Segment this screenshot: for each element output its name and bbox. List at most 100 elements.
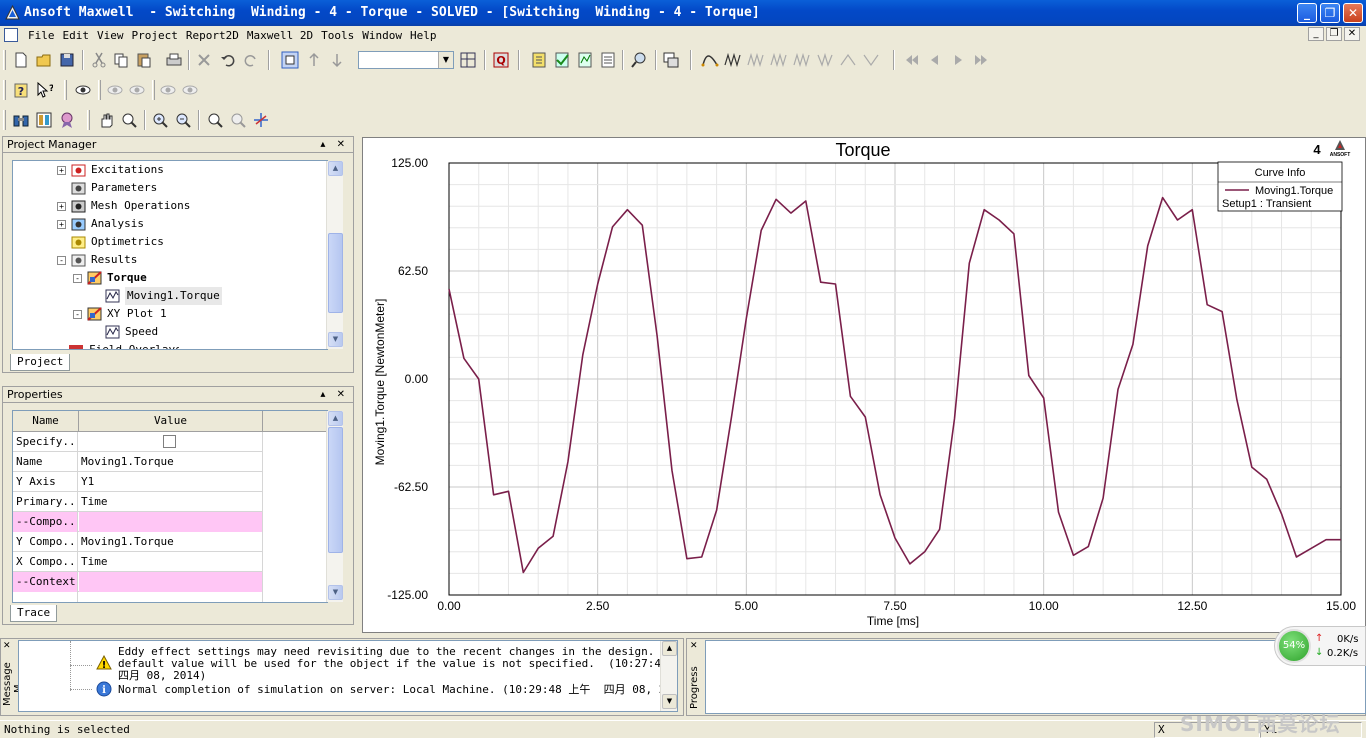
scroll-down-icon[interactable]: ▼	[662, 694, 677, 709]
wave-2-icon[interactable]	[747, 51, 765, 69]
message-list[interactable]: ! i Eddy effect settings may need revisi…	[18, 640, 678, 712]
properties-scrollbar[interactable]: ▲ ▼	[326, 411, 343, 602]
windows-icon[interactable]	[662, 51, 680, 69]
properties-grid[interactable]: Name Value Specify... Name Moving1.Torque Y…	[12, 410, 328, 603]
specify-checkbox[interactable]	[163, 435, 176, 448]
cut-icon[interactable]	[90, 51, 108, 69]
next-frame-icon[interactable]	[949, 51, 967, 69]
toolbar-grip[interactable]	[3, 50, 6, 70]
properties-grid-icon[interactable]	[459, 51, 477, 69]
wave-3-icon[interactable]	[770, 51, 788, 69]
tree-item-torque[interactable]: - Torque	[13, 269, 323, 287]
mdi-minimize-button[interactable]: _	[1308, 27, 1324, 41]
column-header-name[interactable]: Name	[13, 411, 79, 432]
project-manager-header[interactable]: Project Manager ▴ ✕	[2, 136, 354, 153]
award-icon[interactable]	[58, 111, 76, 129]
grid-view-icon[interactable]	[35, 111, 53, 129]
menu-report2d[interactable]: Report2D	[182, 29, 243, 42]
property-row[interactable]: Specify...	[13, 432, 263, 452]
minimize-button[interactable]: _	[1297, 3, 1317, 23]
legend[interactable]: Curve Info Moving1.Torque Setup1 : Trans…	[1217, 161, 1343, 212]
find-icon[interactable]	[630, 51, 648, 69]
valley-icon[interactable]	[862, 51, 880, 69]
zoom-in-icon[interactable]	[151, 111, 169, 129]
analyze-icon[interactable]	[576, 51, 594, 69]
hide-icon[interactable]	[128, 81, 146, 99]
show-all-icon[interactable]	[159, 81, 177, 99]
panel-close-icon[interactable]: ▴ ✕	[320, 387, 349, 403]
binoculars-icon[interactable]	[12, 111, 30, 129]
column-header-value[interactable]: Value	[79, 411, 263, 432]
zoom-info-icon[interactable]	[120, 111, 138, 129]
wave-icon[interactable]	[724, 51, 742, 69]
delete-icon[interactable]	[195, 51, 213, 69]
property-row[interactable]: --Compo...	[13, 512, 263, 532]
scroll-thumb[interactable]	[328, 427, 343, 553]
zoom-window-icon[interactable]	[206, 111, 224, 129]
redo-icon[interactable]	[242, 51, 260, 69]
tree-item-analysis[interactable]: + Analysis	[13, 215, 323, 233]
property-value[interactable]: Time	[79, 552, 263, 572]
scroll-up-icon[interactable]: ▲	[328, 161, 343, 176]
property-value[interactable]: Y1	[79, 472, 263, 492]
expand-icon[interactable]: +	[57, 202, 66, 211]
properties-header[interactable]: Properties ▴ ✕	[2, 386, 354, 403]
tab-project[interactable]: Project	[10, 354, 71, 371]
scroll-down-icon[interactable]: ▼	[328, 332, 343, 347]
panel-close-icon[interactable]: ▴ ✕	[320, 137, 349, 153]
pan-hand-icon[interactable]	[97, 111, 115, 129]
progress-list[interactable]	[705, 640, 1366, 714]
last-frame-icon[interactable]	[972, 51, 990, 69]
help-icon[interactable]: ?	[12, 81, 30, 99]
undo-icon[interactable]	[219, 51, 237, 69]
print-icon[interactable]	[165, 51, 183, 69]
tab-trace[interactable]: Trace	[10, 605, 58, 622]
message-scrollbar[interactable]: ▲ ▼	[660, 641, 677, 711]
tree-item-mesh-operations[interactable]: + Mesh Operations	[13, 197, 323, 215]
eye-icon[interactable]	[74, 81, 92, 99]
property-value[interactable]	[79, 512, 263, 532]
document-icon[interactable]	[4, 28, 18, 42]
results-table-icon[interactable]	[599, 51, 617, 69]
collapse-icon[interactable]: -	[57, 256, 66, 265]
expand-icon[interactable]: +	[57, 220, 66, 229]
property-row[interactable]: Primary... Time	[13, 492, 263, 512]
scroll-thumb[interactable]	[328, 233, 343, 313]
tree-item-parameters[interactable]: Parameters	[13, 179, 323, 197]
quick-report-icon[interactable]: Q	[492, 51, 510, 69]
prev-frame-icon[interactable]	[926, 51, 944, 69]
tree-item-optimetrics[interactable]: Optimetrics	[13, 233, 323, 251]
check-icon[interactable]	[553, 51, 571, 69]
collapse-icon[interactable]: -	[73, 310, 82, 319]
wave-5-icon[interactable]	[816, 51, 834, 69]
wave-4-icon[interactable]	[793, 51, 811, 69]
close-button[interactable]: ✕	[1343, 3, 1363, 23]
plot-window[interactable]: 0.00 2.50 5.00 7.50 10.00 12.50 15.00 125.00 62.…	[362, 137, 1366, 633]
scroll-down-icon[interactable]: ▼	[328, 585, 343, 600]
property-row[interactable]: Name Moving1.Torque	[13, 452, 263, 472]
property-row[interactable]: --Context	[13, 572, 263, 592]
validate-icon[interactable]	[530, 51, 548, 69]
move-up-icon[interactable]	[305, 51, 323, 69]
property-value[interactable]: Moving1.Torque	[79, 452, 263, 472]
torque-chart[interactable]: 0.00 2.50 5.00 7.50 10.00 12.50 15.00 125.00 62.…	[363, 138, 1365, 632]
panel-close-icon[interactable]: ✕	[3, 641, 11, 651]
tree-item-excitations[interactable]: + Excitations	[13, 161, 323, 179]
curve-icon[interactable]	[701, 51, 719, 69]
project-tree-scrollbar[interactable]: ▲ ▼	[326, 161, 343, 349]
menu-tools[interactable]: Tools	[317, 29, 358, 42]
mdi-restore-button[interactable]: ❐	[1326, 27, 1342, 41]
fit-all-icon[interactable]	[229, 111, 247, 129]
property-row[interactable]: Y Compo... Moving1.Torque	[13, 532, 263, 552]
tree-item-speed[interactable]: Speed	[13, 323, 323, 341]
mdi-close-button[interactable]: ✕	[1344, 27, 1360, 41]
menu-project[interactable]: Project	[128, 29, 182, 42]
property-value[interactable]	[79, 572, 263, 592]
tree-item-moving1-torque[interactable]: Moving1.Torque	[13, 287, 323, 305]
new-file-icon[interactable]	[12, 51, 30, 69]
property-value[interactable]: Time	[79, 492, 263, 512]
menu-window[interactable]: Window	[358, 29, 406, 42]
project-tree[interactable]: + Excitations Parameters + Mesh Operations + A…	[12, 160, 328, 350]
property-row[interactable]: X Compo... Time	[13, 552, 263, 572]
tree-item-xy-plot-1[interactable]: - XY Plot 1	[13, 305, 323, 323]
